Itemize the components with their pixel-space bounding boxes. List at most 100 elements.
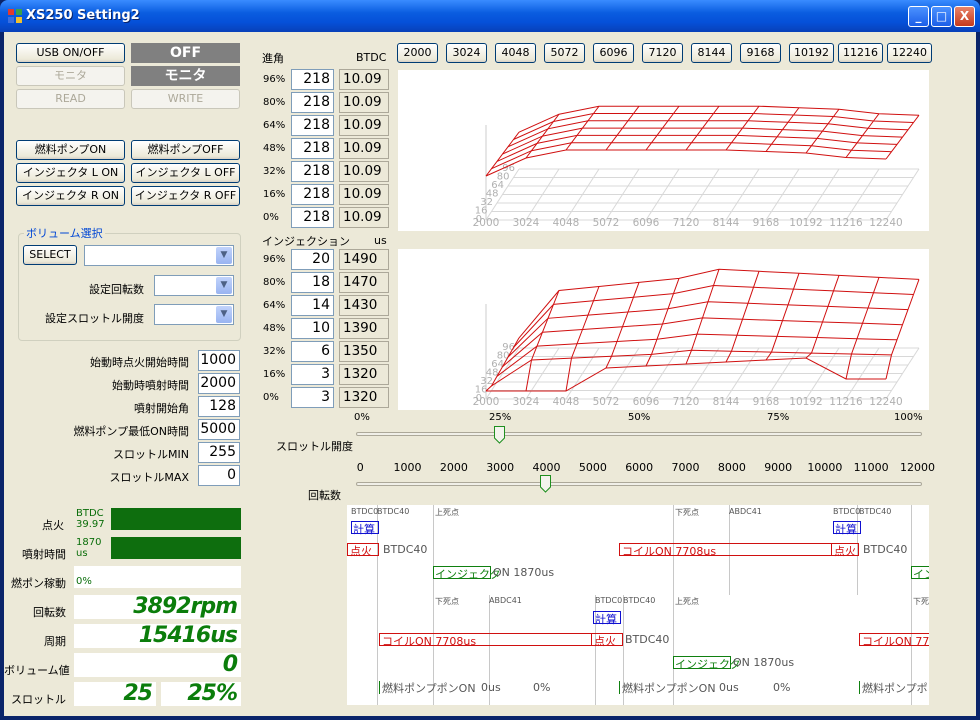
map-cell-input[interactable]: 218 [291, 138, 334, 159]
rpm-tick-label: 2000 [439, 461, 468, 474]
rpm-column-button[interactable]: 9168 [740, 43, 781, 63]
injector-l-off-button[interactable]: インジェクタ L OFF [131, 163, 240, 183]
map-cell-readout: 1350 [339, 341, 389, 362]
surface-line [496, 333, 898, 377]
x-tick-label: 12240 [869, 217, 902, 229]
map-cell-input[interactable]: 218 [291, 92, 334, 113]
map-cell-input[interactable]: 14 [291, 295, 334, 316]
injector-l-on-button[interactable]: インジェクタ L ON [16, 163, 125, 183]
read-button[interactable]: READ [16, 89, 125, 109]
injection-time-label: 噴射時間 [22, 548, 66, 561]
map-cell-input[interactable]: 218 [291, 161, 334, 182]
throttle-percent: 25% [161, 682, 241, 706]
injection-unit: us [374, 234, 387, 247]
map-cell-input[interactable]: 3 [291, 387, 334, 408]
surface-line [485, 149, 887, 177]
coil-on-bar: コイルON 7708us [619, 543, 859, 558]
map-cell-input[interactable]: 218 [291, 69, 334, 90]
map-cell-input[interactable]: 20 [291, 249, 334, 270]
setting-rpm-combo[interactable]: ▼ [154, 275, 234, 296]
surface-line [502, 317, 903, 368]
calc-marker: 計算 [351, 521, 379, 536]
rpm-slider-thumb[interactable] [540, 475, 552, 493]
map-cell-input[interactable]: 18 [291, 272, 334, 293]
throttle-tick-label: 75% [767, 412, 790, 423]
row-percent-label: 80% [263, 277, 286, 288]
timing-label: BTDC40 [623, 596, 656, 605]
injection-time-value: 1870 us [76, 537, 102, 559]
param-input[interactable]: 5000 [198, 419, 240, 440]
chevron-down-icon[interactable]: ▼ [216, 306, 232, 323]
map-cell-input[interactable]: 218 [291, 207, 334, 228]
rpm-column-button[interactable]: 3024 [446, 43, 487, 63]
write-button[interactable]: WRITE [131, 89, 240, 109]
minimize-button[interactable]: _ [908, 6, 929, 27]
map-cell-input[interactable]: 6 [291, 341, 334, 362]
map-cell-input[interactable]: 218 [291, 184, 334, 205]
timing-label: BTDC40 [377, 507, 410, 516]
map-cell-input[interactable]: 3 [291, 364, 334, 385]
x-tick-label: 8144 [713, 396, 740, 408]
x-tick-label: 10192 [789, 217, 822, 229]
timing-label: 上死点 [435, 508, 459, 517]
map-cell-readout: 10.09 [339, 161, 389, 182]
map-cell-readout: 10.09 [339, 115, 389, 136]
param-input[interactable]: 2000 [198, 373, 240, 394]
injector-on-label: ON 1870us [733, 656, 795, 669]
row-percent-label: 48% [263, 143, 286, 154]
rpm-column-button[interactable]: 6096 [593, 43, 634, 63]
rpm-column-button[interactable]: 4048 [495, 43, 536, 63]
param-input[interactable]: 128 [198, 396, 240, 417]
ignition-value: BTDC 39.97 [76, 508, 105, 530]
rpm-column-button[interactable]: 11216 [838, 43, 883, 63]
fuel-pump-pct: 0% [533, 681, 551, 694]
rpm-tick-label: 4000 [532, 461, 561, 474]
throttle-slider-thumb[interactable] [494, 426, 505, 444]
rpm-slider-track[interactable] [356, 482, 922, 486]
volume-select-combo[interactable]: ▼ [84, 245, 234, 266]
ignite-btdc-label: BTDC40 [383, 543, 428, 556]
volume-value: 0 [74, 653, 241, 677]
maximize-button[interactable]: □ [931, 6, 952, 27]
period-value: 15416us [74, 624, 241, 648]
map-cell-input[interactable]: 218 [291, 115, 334, 136]
map-cell-input[interactable]: 10 [291, 318, 334, 339]
param-input[interactable]: 0 [198, 465, 240, 486]
x-tick-label: 9168 [753, 396, 780, 408]
rpm-column-button[interactable]: 10192 [789, 43, 834, 63]
param-input[interactable]: 255 [198, 442, 240, 463]
ignite-btdc-label: BTDC40 [863, 543, 908, 556]
rpm-column-button[interactable]: 12240 [887, 43, 932, 63]
surface-line [525, 290, 560, 392]
volume-value-label: ボリューム値 [4, 664, 70, 677]
close-button[interactable]: X [954, 6, 975, 27]
rpm-column-button[interactable]: 5072 [544, 43, 585, 63]
usb-onoff-button[interactable]: USB ON/OFF [16, 43, 125, 63]
timing-diagram: BTDC0 BTDC40 上死点 下死点 ABDC41 BTDC0 BTDC40… [347, 505, 929, 705]
param-input[interactable]: 1000 [198, 350, 240, 371]
map-cell-readout: 10.09 [339, 138, 389, 159]
rpm-column-button[interactable]: 7120 [642, 43, 683, 63]
rpm-column-button[interactable]: 2000 [397, 43, 438, 63]
fuel-pump-off-button[interactable]: 燃料ポンプOFF [131, 140, 240, 160]
fuel-pump-on-button[interactable]: 燃料ポンプON [16, 140, 125, 160]
rpm-column-button[interactable]: 8144 [691, 43, 732, 63]
chevron-down-icon[interactable]: ▼ [216, 277, 232, 294]
map-cell-readout: 1430 [339, 295, 389, 316]
map-cell-readout: 1390 [339, 318, 389, 339]
select-button[interactable]: SELECT [23, 245, 77, 265]
param-label: 燃料ポンプ最低ON時間 [73, 425, 189, 438]
row-percent-label: 64% [263, 300, 286, 311]
chevron-down-icon[interactable]: ▼ [216, 247, 232, 264]
injector-r-off-button[interactable]: インジェクタ R OFF [131, 186, 240, 206]
monitor-button[interactable]: モニタ [16, 66, 125, 86]
surface-line [805, 275, 840, 359]
rpm-tick-label: 7000 [671, 461, 700, 474]
setting-throttle-combo[interactable]: ▼ [154, 304, 234, 325]
ignite-bar: 点火 [831, 543, 859, 558]
app-icon [7, 8, 23, 24]
x-tick-label: 11216 [829, 396, 863, 408]
surface-line [765, 273, 800, 361]
injector-r-on-button[interactable]: インジェクタ R ON [16, 186, 125, 206]
throttle-slider-track[interactable] [356, 432, 922, 436]
